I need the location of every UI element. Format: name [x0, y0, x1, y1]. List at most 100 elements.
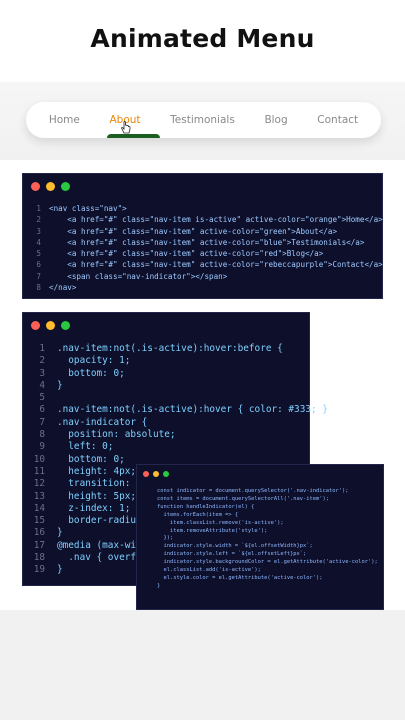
code-line: item.removeAttribute('style');	[157, 528, 378, 536]
maximize-dot-icon	[163, 471, 169, 477]
code-line: 6 <a href="#" class="nav-item" active-co…	[31, 259, 383, 270]
code-line: 8 </nav>	[31, 282, 383, 293]
code-line: 3 bottom: 0;	[31, 368, 328, 380]
nav-item-home[interactable]: Home	[49, 114, 80, 126]
code-text: });	[157, 535, 174, 542]
nav-item-contact[interactable]: Contact	[317, 114, 358, 126]
code-line: 3 <a href="#" class="nav-item" active-co…	[31, 226, 383, 237]
footer-background	[0, 610, 405, 720]
code-text: indicator.style.backgroundColor = el.get…	[157, 559, 378, 566]
code-text: el.classList.add('is-active');	[157, 567, 261, 574]
code-text: height: 4px;	[57, 465, 137, 477]
minimize-dot-icon	[46, 182, 55, 191]
line-number: 16	[33, 527, 45, 539]
line-number: 11	[33, 465, 45, 477]
code-text: item.removeAttribute('style');	[157, 527, 268, 534]
code-text: }	[57, 379, 63, 391]
code-text: z-index: 1;	[57, 502, 131, 514]
code-line: 2 opacity: 1;	[31, 355, 328, 367]
code-text: .nav-indicator {	[57, 416, 148, 428]
maximize-dot-icon	[61, 182, 70, 191]
close-dot-icon	[31, 321, 40, 330]
window-controls	[31, 182, 70, 191]
line-number: 13	[33, 490, 45, 502]
code-line: 4 <a href="#" class="nav-item" active-co…	[31, 237, 383, 248]
line-number: 15	[33, 515, 45, 527]
code-line: const items = document.querySelectorAll(…	[157, 496, 378, 504]
code-line: indicator.style.width = `${el.offsetWidt…	[157, 543, 378, 551]
hand-cursor-icon	[121, 121, 131, 134]
code-line: 6 .nav-item:not(.is-active):hover { color…	[31, 404, 328, 416]
nav-item-testimonials[interactable]: Testimonials	[170, 114, 235, 126]
line-number: 2	[36, 215, 41, 225]
line-number: 19	[33, 564, 45, 576]
code-text: opacity: 1;	[57, 355, 131, 367]
code-line: indicator.style.backgroundColor = el.get…	[157, 559, 378, 567]
nav-menu: Home About Testimonials Blog Contact	[26, 102, 381, 138]
code-line: 5	[31, 392, 328, 404]
code-text: height: 5px;	[57, 490, 137, 502]
code-text: </nav>	[49, 283, 77, 293]
line-number: 4	[39, 379, 45, 391]
line-number: 1	[36, 204, 41, 213]
line-number: 6	[36, 260, 41, 270]
code-line: 4}	[31, 380, 328, 392]
close-dot-icon	[143, 471, 149, 477]
js-code-panel: const indicator = document.querySelector…	[136, 464, 384, 610]
line-number: 9	[39, 441, 45, 453]
window-controls	[143, 471, 169, 477]
code-text: }	[57, 564, 63, 576]
line-number: 7	[39, 416, 45, 428]
code-text: <nav class="nav">	[49, 204, 127, 213]
line-number: 12	[33, 478, 45, 490]
line-number: 1	[39, 343, 45, 354]
code-line: function handleIndicator(el) {	[157, 504, 378, 512]
code-text: <a href="#" class="nav-item" active-colo…	[49, 237, 365, 247]
nav-item-blog[interactable]: Blog	[264, 114, 287, 126]
code-line: 1 .nav-item:not(.is-active):hover:before …	[31, 343, 328, 355]
line-number: 3	[39, 367, 45, 379]
code-line: el.style.color = el.getAttribute('active…	[157, 575, 378, 583]
code-line: }	[157, 583, 378, 591]
window-controls	[31, 321, 70, 330]
minimize-dot-icon	[46, 321, 55, 330]
line-number: 18	[33, 552, 45, 564]
code-text: function handleIndicator(el) {	[157, 503, 255, 510]
code-line: items.forEach(item => {	[157, 512, 378, 520]
code-line: 7 <span class="nav-indicator"></span>	[31, 271, 383, 282]
code-text: <a href="#" class="nav-item" active-colo…	[49, 260, 383, 270]
code-text: }	[57, 527, 63, 539]
line-number: 7	[36, 271, 41, 281]
line-number: 4	[36, 237, 41, 247]
code-line: 9 left: 0;	[31, 441, 328, 453]
line-number: 17	[33, 539, 45, 551]
line-number: 14	[33, 502, 45, 514]
js-code: const indicator = document.querySelector…	[157, 488, 378, 591]
code-text: .nav { overflo	[57, 552, 148, 564]
close-dot-icon	[31, 182, 40, 191]
line-number: 6	[39, 404, 45, 416]
html-code-panel: 1 <nav class="nav"> 2 <a href="#" class="n…	[22, 173, 383, 299]
html-code: 1 <nav class="nav"> 2 <a href="#" class="n…	[31, 203, 383, 293]
code-text: position: absolute;	[57, 429, 176, 441]
page-title: Animated Menu	[90, 24, 315, 53]
maximize-dot-icon	[61, 321, 70, 330]
code-text: el.style.color = el.getAttribute('active…	[157, 574, 323, 581]
line-number: 3	[36, 226, 41, 236]
code-text: indicator.style.width = `${el.offsetWidt…	[157, 543, 313, 550]
code-text: items.forEach(item => {	[157, 511, 239, 518]
code-text: <span class="nav-indicator"></span>	[49, 271, 228, 281]
code-text: left: 0;	[57, 441, 114, 453]
code-text: <a href="#" class="nav-item is-active" a…	[49, 215, 383, 225]
nav-indicator	[107, 134, 160, 138]
code-text: .nav-item:not(.is-active):hover:before {	[57, 343, 283, 354]
code-text: <a href="#" class="nav-item" active-colo…	[49, 249, 324, 259]
code-line: el.classList.add('is-active');	[157, 567, 378, 575]
code-line: 2 <a href="#" class="nav-item is-active"…	[31, 214, 383, 225]
code-line: const indicator = document.querySelector…	[157, 488, 378, 496]
line-number: 8	[36, 283, 41, 293]
code-line: 5 <a href="#" class="nav-item" active-co…	[31, 248, 383, 259]
code-line: 7 .nav-indicator {	[31, 417, 328, 429]
line-number: 10	[33, 453, 45, 465]
code-line: 1 <nav class="nav">	[31, 203, 383, 214]
